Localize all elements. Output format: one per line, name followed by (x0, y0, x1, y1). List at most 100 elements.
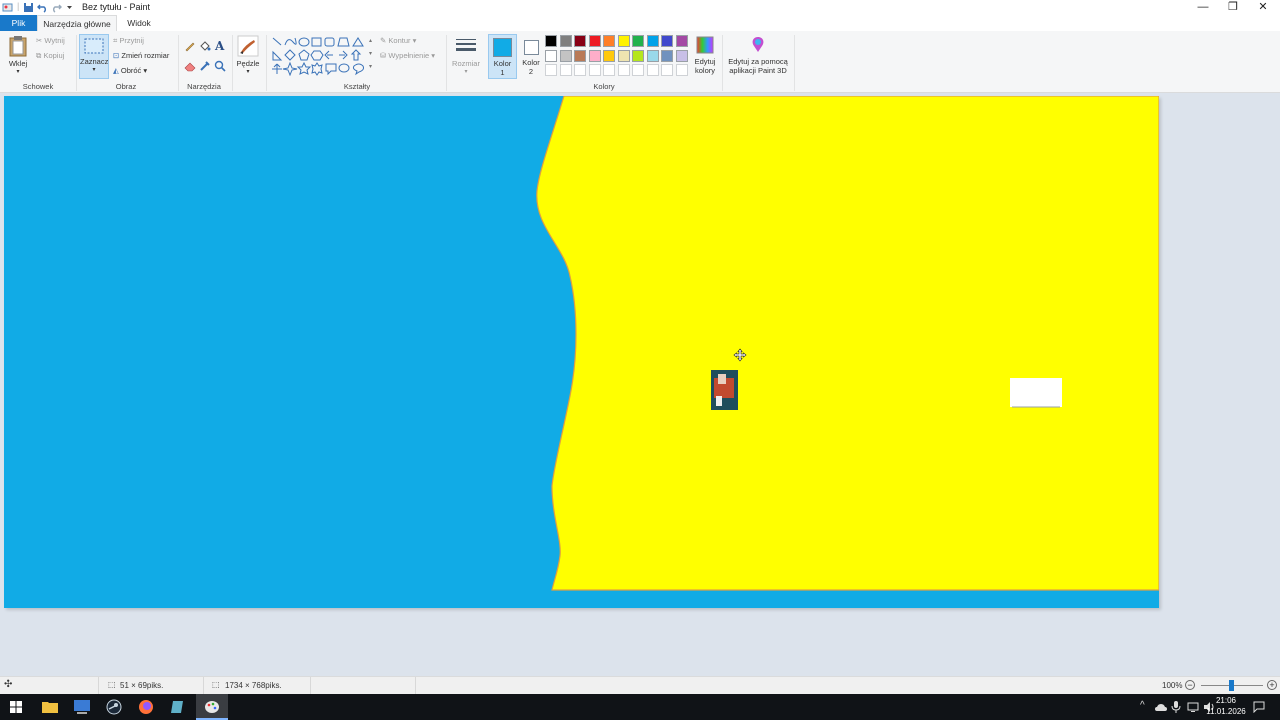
onedrive-icon[interactable] (1155, 702, 1167, 712)
size-dropdown-arrow[interactable]: ▾ (450, 68, 482, 75)
save-icon[interactable] (23, 2, 34, 13)
zoom-in-button[interactable]: + (1267, 680, 1277, 690)
color2-swatch (523, 40, 539, 55)
palette-swatch[interactable] (574, 49, 586, 62)
drawing-canvas[interactable] (4, 96, 1159, 608)
paste-dropdown-arrow[interactable]: ▾ (6, 68, 30, 75)
palette-swatch[interactable] (617, 35, 630, 47)
edit-with-paint3d-button[interactable]: Edytuj za pomocą aplikacji Paint 3D (726, 35, 790, 75)
notifications-icon[interactable] (1253, 701, 1265, 713)
palette-swatch[interactable] (603, 49, 615, 62)
taskbar-app-2[interactable] (66, 694, 98, 720)
fill-button[interactable]: ⛁ Wypełnienie ▾ (380, 51, 435, 60)
palette-swatch[interactable] (675, 35, 688, 47)
customize-toolbar-icon[interactable] (64, 2, 75, 13)
taskbar-app-5[interactable] (162, 694, 194, 720)
select-dropdown-arrow[interactable]: ▾ (80, 66, 108, 73)
taskbar-file-explorer[interactable] (34, 694, 66, 720)
palette-swatch[interactable] (661, 35, 673, 47)
palette-swatch[interactable] (588, 35, 601, 47)
palette-swatch[interactable] (574, 35, 586, 47)
custom-color-slot[interactable] (545, 64, 557, 76)
brushes-dropdown-arrow[interactable]: ▾ (236, 68, 260, 75)
paste-button[interactable]: Wklej ▾ (6, 35, 30, 75)
outline-button[interactable]: ✎ Kontur ▾ (380, 36, 416, 45)
windows-start-icon[interactable] (10, 701, 22, 713)
minimize-button[interactable]: — (1188, 0, 1218, 15)
scissors-icon: ✂ (36, 36, 43, 45)
palette-swatch[interactable] (646, 35, 659, 47)
pencil-icon[interactable] (184, 40, 196, 52)
color2-button[interactable]: Kolor 2 (518, 34, 544, 79)
palette-swatch[interactable] (545, 49, 557, 62)
zoom-slider-thumb[interactable] (1229, 680, 1234, 691)
restore-button[interactable]: ❐ (1218, 0, 1248, 15)
redo-icon[interactable] (51, 2, 62, 13)
taskbar-firefox[interactable] (130, 694, 162, 720)
palette-swatch[interactable] (588, 49, 601, 62)
resize-button[interactable]: ⊡ Zmień rozmiar (113, 51, 169, 60)
group-label-colors: Kolory (593, 82, 615, 91)
taskbar: ^ 21:06 11.01.2026 (0, 694, 1280, 720)
palette-swatch[interactable] (559, 35, 572, 47)
taskbar-steam[interactable] (98, 694, 130, 720)
custom-color-slot[interactable] (661, 64, 673, 76)
microphone-icon[interactable] (1171, 701, 1181, 713)
brushes-button[interactable]: Pędzle ▾ (236, 35, 260, 75)
shapes-gallery[interactable] (271, 36, 369, 76)
tab-file[interactable]: Plik (0, 15, 37, 31)
rotate-label: Obróć (120, 66, 142, 75)
text-icon[interactable]: A (214, 39, 226, 52)
palette-swatch[interactable] (632, 49, 644, 62)
group-label-tools: Narzędzia (187, 82, 221, 91)
color1-button[interactable]: Kolor 1 (488, 34, 517, 79)
paint3d-icon (752, 37, 764, 52)
edit-colors-label-line2: kolory (694, 66, 715, 75)
clock-time[interactable]: 21:06 (1205, 696, 1247, 705)
undo-icon[interactable] (37, 2, 48, 13)
window-title: Bez tytułu - Paint (82, 2, 151, 12)
cut-button[interactable]: ✂ Wytnij (36, 36, 65, 45)
shapes-scroll[interactable]: ▴ ▾ ▾ (369, 35, 372, 74)
resize-icon: ⊡ (113, 51, 120, 60)
select-button[interactable]: Zaznacz ▾ (79, 34, 109, 79)
custom-color-slot[interactable] (632, 64, 644, 76)
custom-color-slot[interactable] (646, 64, 659, 76)
custom-color-slot[interactable] (603, 64, 615, 76)
yellow-area (536, 96, 1159, 591)
custom-color-slot[interactable] (675, 64, 688, 76)
custom-color-slot[interactable] (559, 64, 572, 76)
close-button[interactable]: ✕ (1248, 0, 1278, 15)
clock-date[interactable]: 11.01.2026 (1203, 707, 1249, 716)
palette-swatch[interactable] (617, 49, 630, 62)
custom-color-slot[interactable] (574, 64, 586, 76)
zoom-level: 100% (1162, 681, 1183, 690)
palette-swatch[interactable] (661, 49, 673, 62)
edit-colors-button[interactable]: Edytuj kolory (692, 35, 718, 75)
tab-view[interactable]: Widok (120, 15, 158, 31)
custom-color-slot[interactable] (588, 64, 601, 76)
copy-button[interactable]: ⧉ Kopiuj (36, 51, 64, 61)
fill-bucket-icon[interactable] (199, 40, 211, 52)
magnifier-icon[interactable] (214, 60, 226, 72)
eraser-icon[interactable] (184, 60, 196, 72)
zoom-out-button[interactable]: − (1185, 680, 1195, 690)
network-icon[interactable] (1187, 701, 1199, 713)
palette-swatch[interactable] (632, 35, 644, 47)
palette-swatch[interactable] (675, 49, 688, 62)
crop-button[interactable]: ⌗ Przytnij (113, 36, 144, 46)
tray-overflow-icon[interactable]: ^ (1140, 700, 1145, 711)
palette-swatch[interactable] (545, 35, 557, 47)
brush-icon (237, 35, 259, 57)
palette-swatch[interactable] (646, 49, 659, 62)
ribbon: Wklej ▾ ✂ Wytnij ⧉ Kopiuj Schowek Zaznac… (0, 31, 1280, 93)
white-rectangle (1010, 378, 1062, 407)
taskbar-paint[interactable] (196, 694, 228, 720)
palette-swatch[interactable] (559, 49, 572, 62)
color-picker-icon[interactable] (199, 60, 211, 72)
rotate-button[interactable]: ◭ Obróć ▾ (113, 66, 147, 75)
palette-swatch[interactable] (603, 35, 615, 47)
custom-color-slot[interactable] (617, 64, 630, 76)
tab-home[interactable]: Narzędzia główne (37, 15, 117, 31)
size-button[interactable]: Rozmiar ▾ (450, 37, 482, 75)
